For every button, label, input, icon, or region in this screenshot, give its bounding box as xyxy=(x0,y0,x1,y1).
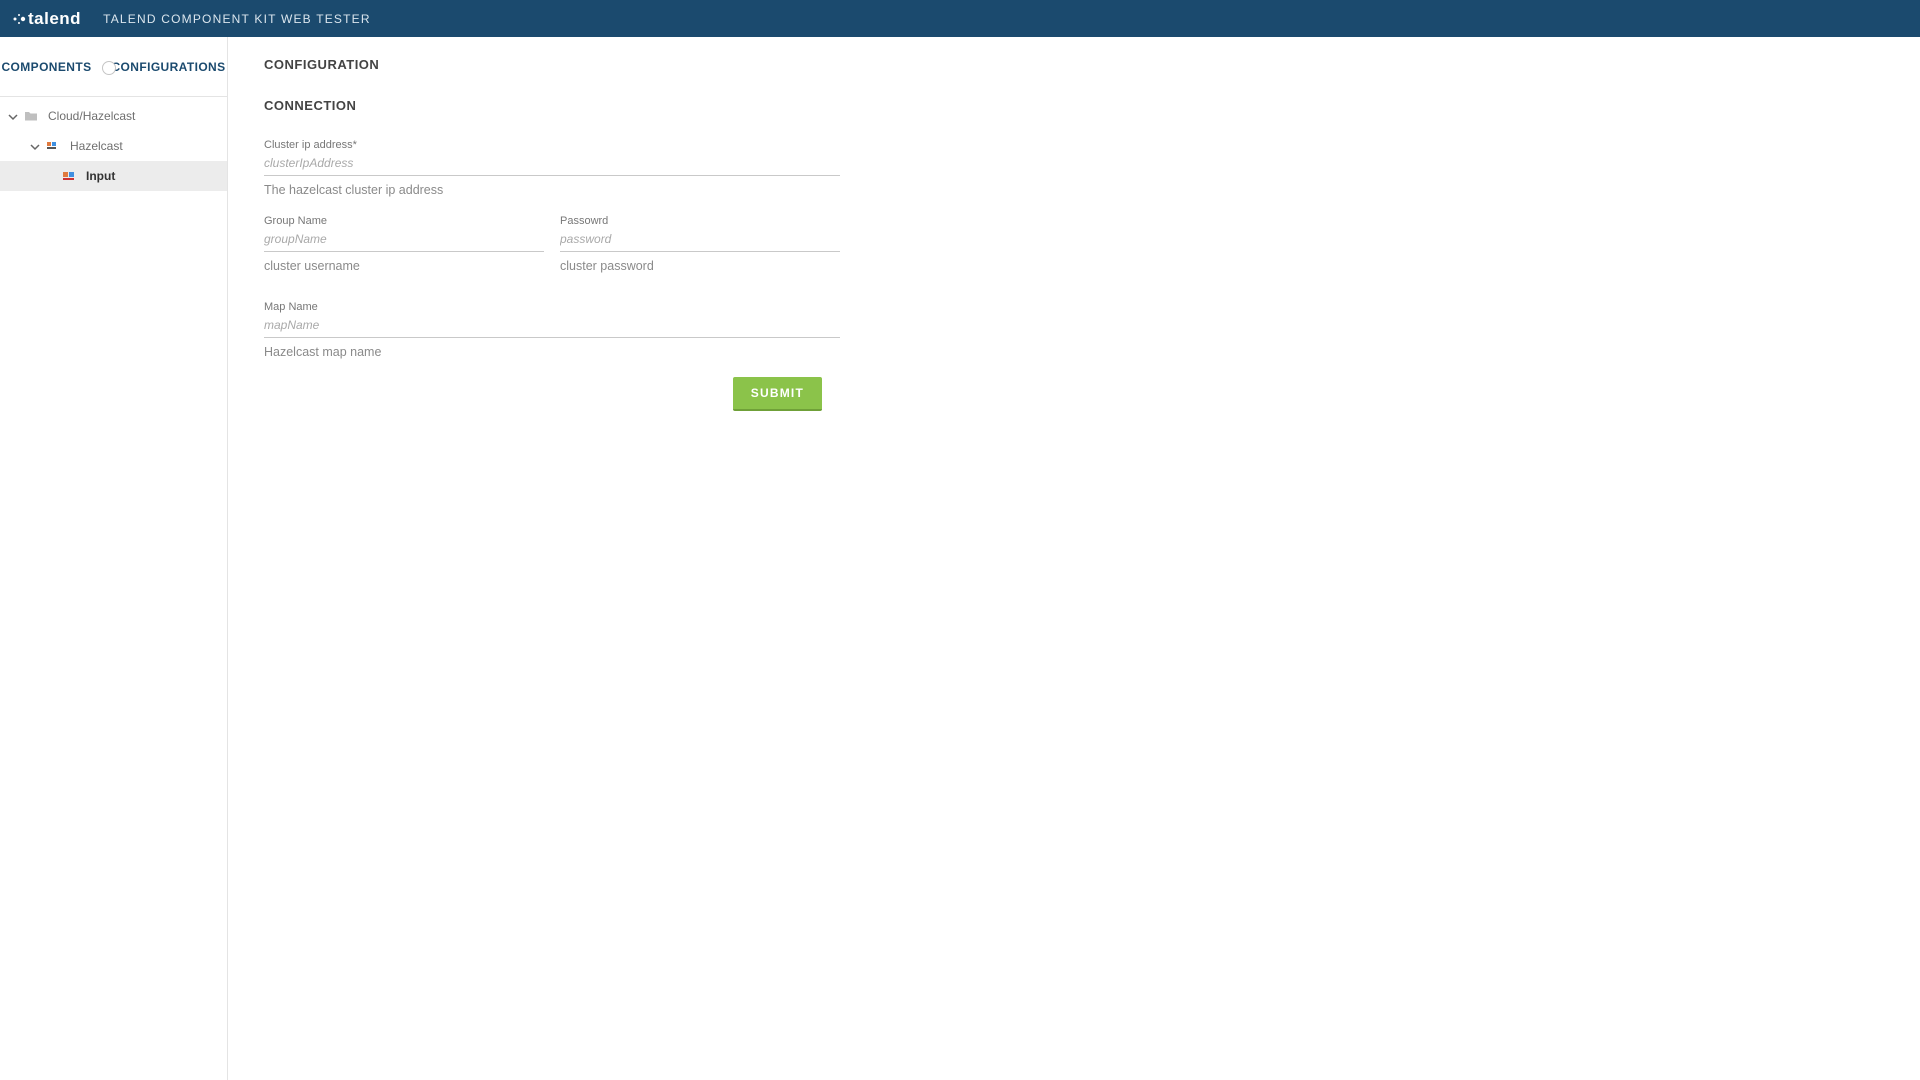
tree-node-input[interactable]: Input xyxy=(0,161,227,191)
help-cluster-ip: The hazelcast cluster ip address xyxy=(264,183,840,197)
label-cluster-ip: Cluster ip address* xyxy=(264,139,840,151)
help-map-name: Hazelcast map name xyxy=(264,345,840,359)
help-password: cluster password xyxy=(560,259,840,273)
sidebar: COMPONENTS CONFIGURATIONS Cloud/Hazelcas… xyxy=(0,37,228,1080)
input-cluster-ip[interactable] xyxy=(264,152,840,176)
tree-node-cloud-hazelcast[interactable]: Cloud/Hazelcast xyxy=(0,101,227,131)
input-component-icon xyxy=(62,169,76,183)
component-group-icon xyxy=(46,139,60,153)
main-panel: CONFIGURATION CONNECTION Cluster ip addr… xyxy=(228,37,1920,1080)
tab-configurations[interactable]: CONFIGURATIONS xyxy=(111,60,225,74)
sidebar-tabs: COMPONENTS CONFIGURATIONS xyxy=(0,37,227,97)
tab-components[interactable]: COMPONENTS xyxy=(1,60,91,74)
brand-logo: talend xyxy=(12,9,81,29)
input-password[interactable] xyxy=(560,228,840,252)
tree-node-hazelcast[interactable]: Hazelcast xyxy=(0,131,227,161)
app-header: talend TALEND COMPONENT KIT WEB TESTER xyxy=(0,0,1920,37)
submit-button[interactable]: SUBMIT xyxy=(733,377,822,411)
field-group-name: Group Name cluster username xyxy=(264,215,544,273)
component-tree: Cloud/Hazelcast Hazelcast Input xyxy=(0,97,227,191)
chevron-down-icon xyxy=(8,111,18,121)
tree-node-label: Input xyxy=(86,169,115,183)
brand-name: talend xyxy=(28,9,81,29)
talend-logo-icon xyxy=(12,12,26,26)
tree-node-label: Cloud/Hazelcast xyxy=(48,109,135,123)
chevron-down-icon xyxy=(30,141,40,151)
field-password: Passowrd cluster password xyxy=(560,215,840,273)
input-group-name[interactable] xyxy=(264,228,544,252)
label-group-name: Group Name xyxy=(264,215,544,227)
label-password: Passowrd xyxy=(560,215,840,227)
section-title-connection: CONNECTION xyxy=(264,98,840,113)
section-title-configuration: CONFIGURATION xyxy=(264,57,840,72)
field-cluster-ip: Cluster ip address* The hazelcast cluste… xyxy=(264,139,840,197)
app-title: TALEND COMPONENT KIT WEB TESTER xyxy=(103,12,371,26)
tree-node-label: Hazelcast xyxy=(70,139,123,153)
field-map-name: Map Name Hazelcast map name xyxy=(264,301,840,359)
input-map-name[interactable] xyxy=(264,314,840,338)
folder-icon xyxy=(24,109,38,123)
label-map-name: Map Name xyxy=(264,301,840,313)
help-group-name: cluster username xyxy=(264,259,544,273)
